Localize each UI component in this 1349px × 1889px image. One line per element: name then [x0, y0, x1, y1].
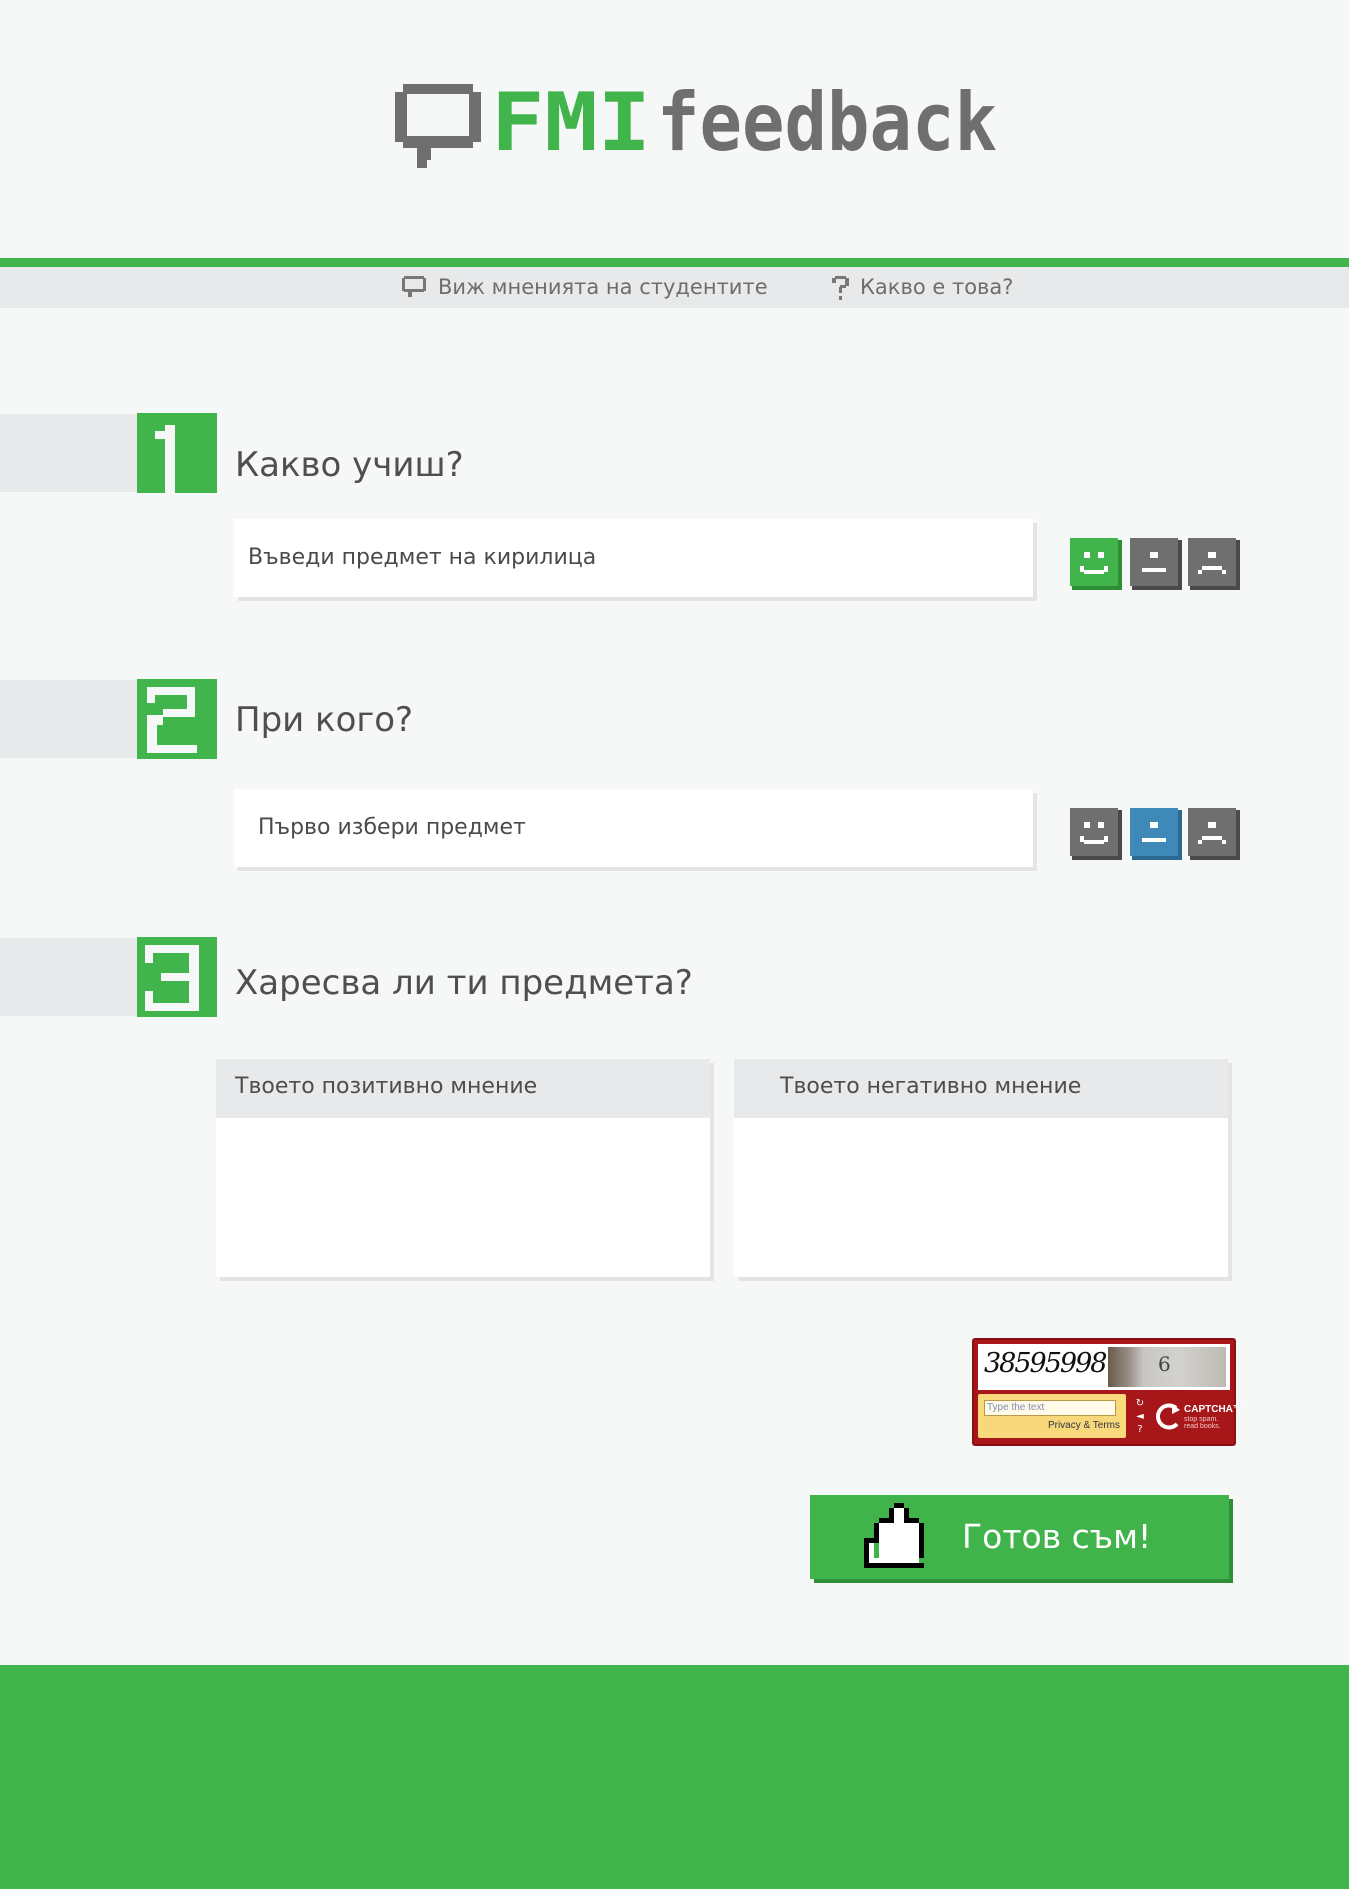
subject-input[interactable]: Въведи предмет на кирилица	[234, 519, 1033, 597]
speech-bubble-icon	[395, 84, 481, 168]
captcha-widget: 38595998 6 Type the text Privacy & Terms…	[972, 1338, 1243, 1446]
captcha-brand: CAPTCHA™ stop spam. read books.	[1154, 1396, 1243, 1438]
submit-button[interactable]: Готов съм!	[810, 1495, 1229, 1579]
captcha-photo-number: 6	[1158, 1352, 1171, 1376]
step-1-title: Какво учиш?	[235, 445, 464, 485]
captcha-tagline: stop spam. read books.	[1184, 1416, 1221, 1430]
refresh-icon[interactable]: ↻	[1133, 1398, 1147, 1410]
captcha-image: 38595998 6	[978, 1344, 1230, 1390]
nav-link-label: Какво е това?	[860, 275, 1014, 299]
question-mark-icon	[832, 276, 849, 300]
rating-sad-button[interactable]	[1188, 808, 1240, 860]
captcha-privacy-link[interactable]: Privacy & Terms	[1048, 1420, 1120, 1431]
step-2-badge	[137, 679, 217, 759]
rating-happy-button[interactable]	[1070, 808, 1122, 860]
positive-opinion-label: Твоето позитивно мнение	[216, 1059, 710, 1118]
positive-opinion-box: Твоето позитивно мнение	[216, 1059, 710, 1277]
logo-text-fmi: FMI	[491, 84, 651, 169]
header-divider	[0, 258, 1349, 267]
captcha-answer-area: Type the text Privacy & Terms	[978, 1394, 1126, 1438]
audio-icon[interactable]: ◄	[1133, 1411, 1147, 1423]
rating-happy-button[interactable]	[1070, 538, 1122, 590]
step-1-stripe	[0, 414, 137, 492]
captcha-controls: ↻ ◄ ?	[1130, 1396, 1150, 1438]
speech-bubble-icon	[402, 276, 426, 297]
nav-link-label: Виж мненията на студентите	[438, 275, 768, 299]
nav-link-view-opinions[interactable]: Виж мненията на студентите	[402, 267, 768, 308]
logo-text-feedback: feedback	[657, 84, 997, 169]
subject-input-placeholder: Въведи предмет на кирилица	[248, 545, 597, 570]
rating-neutral-button[interactable]	[1130, 538, 1182, 590]
positive-opinion-textarea[interactable]	[216, 1118, 710, 1277]
nav-link-what-is-this[interactable]: Какво е това?	[832, 267, 1032, 308]
rating-neutral-button[interactable]	[1130, 808, 1182, 860]
step-3-stripe	[0, 938, 137, 1016]
step-3-title: Харесва ли ти предмета?	[235, 963, 693, 1003]
step-3-badge	[137, 937, 217, 1017]
footer	[0, 1665, 1349, 1889]
captcha-input[interactable]: Type the text	[984, 1400, 1116, 1416]
recaptcha-logo-icon	[1156, 1403, 1180, 1430]
negative-opinion-textarea[interactable]	[734, 1118, 1228, 1277]
rating-sad-button[interactable]	[1188, 538, 1240, 590]
step-1-badge	[137, 413, 217, 493]
step-2-title: При кого?	[235, 700, 414, 740]
teacher-input[interactable]: Първо избери предмет	[234, 789, 1033, 867]
step-2-stripe	[0, 680, 137, 758]
negative-opinion-box: Твоето негативно мнение	[734, 1059, 1228, 1277]
captcha-code: 38595998	[984, 1348, 1107, 1379]
thumbs-up-icon	[864, 1503, 924, 1568]
nav-bar: Виж мненията на студентите Какво е това?	[0, 267, 1349, 308]
teacher-input-placeholder: Първо избери предмет	[258, 815, 526, 840]
help-icon[interactable]: ?	[1133, 1424, 1147, 1436]
submit-button-label: Готов съм!	[962, 1517, 1152, 1556]
negative-opinion-label: Твоето негативно мнение	[734, 1059, 1228, 1118]
fmi-feedback-logo: FMI feedback	[395, 84, 997, 169]
captcha-brand-name: CAPTCHA™	[1184, 1404, 1243, 1415]
